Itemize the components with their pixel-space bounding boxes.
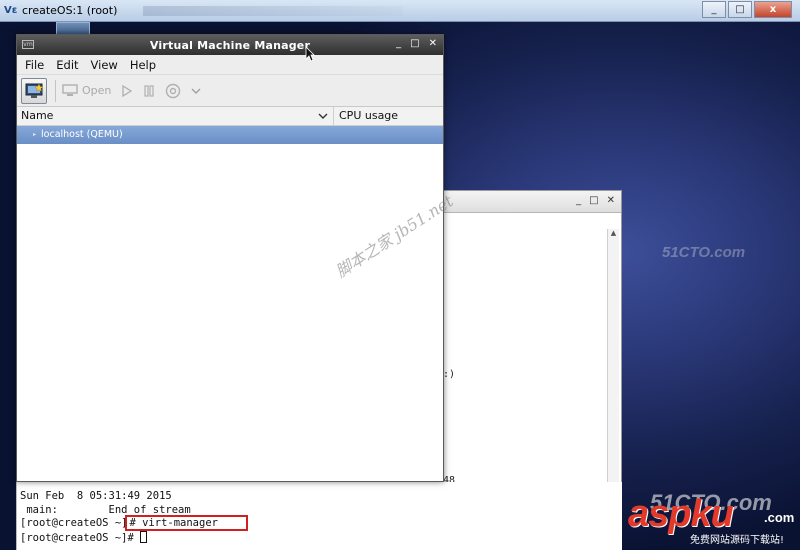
highlighted-command: # virt-manager [125,515,248,531]
column-name-label: Name [21,109,54,122]
column-cpu-label: CPU usage [339,109,399,122]
connection-list: ▸ localhost (QEMU) [17,126,443,464]
expander-icon[interactable]: ▸ [33,126,36,144]
open-button[interactable]: Open [62,84,111,97]
play-icon [122,84,133,97]
chevron-down-icon [191,88,201,94]
background-window-titlebar[interactable]: _ □ ✕ [439,191,621,213]
list-item[interactable]: ▸ localhost (QEMU) [17,126,443,144]
background-window-controls: _ □ ✕ [576,195,615,206]
toolbar: Open [17,75,443,107]
column-header-name[interactable]: Name [17,107,334,125]
virt-manager-titlebar[interactable]: vm Virtual Machine Manager _ □ ✕ [17,35,443,55]
terminal-line: [root@createOS ~] # virt-manager [20,515,622,531]
shutdown-button[interactable] [165,83,181,99]
menu-edit[interactable]: Edit [50,58,84,72]
text-cursor [140,530,148,543]
close-icon[interactable]: ✕ [607,195,615,206]
watermark-aspku-subtitle: 免费网站源码下载站! [690,535,785,546]
shutdown-dropdown[interactable] [191,87,201,95]
terminal-prompt: [root@createOS ~] [20,531,128,544]
terminal-line[interactable]: [root@createOS ~]# [20,530,622,546]
toolbar-separator [55,79,56,102]
run-button[interactable] [121,84,133,97]
menu-bar: File Edit View Help [17,55,443,75]
connection-label: localhost (QEMU) [41,129,123,140]
watermark-aspku-com: .com [764,510,795,525]
close-icon[interactable]: ✕ [429,38,437,49]
new-vm-button[interactable] [21,77,47,104]
pause-button[interactable] [143,84,155,97]
vnc-minimize-button[interactable]: _ [702,1,726,18]
watermark-51cto-top: 51CTO.com [662,244,746,261]
terminal-input[interactable]: # [127,532,140,544]
maximize-icon[interactable]: □ [410,38,419,49]
vnc-close-button[interactable]: x [754,1,792,18]
terminal-line: Sun Feb 8 05:31:49 2015 [20,490,172,502]
monitor-icon [62,84,78,97]
terminal-prompt: [root@createOS ~] [20,517,128,529]
vnc-titlebar: Vε createOS:1 (root) _ □ x [0,0,800,22]
watermark-aspku: aspku [628,493,734,535]
monitor-star-icon [25,82,43,98]
mouse-pointer-icon [305,46,315,62]
menu-help[interactable]: Help [124,58,162,72]
vnc-maximize-button[interactable]: □ [728,1,752,18]
terminal-line: main: End of stream [20,503,191,516]
blurred-title-text [143,5,404,16]
maximize-icon[interactable]: □ [589,195,598,206]
app-icon: vm [22,40,34,49]
pause-icon [144,84,154,97]
text-fragment: :) [443,369,456,380]
menu-view[interactable]: View [85,58,124,72]
minimize-icon[interactable]: _ [576,195,581,206]
list-header: Name CPU usage [17,107,443,126]
minimize-icon[interactable]: _ [396,38,401,49]
menu-file[interactable]: File [19,58,50,72]
scroll-up-icon[interactable]: ▲ [608,229,619,237]
window-controls: _ □ ✕ [396,38,437,49]
vnc-window-controls: _ □ x [700,1,792,18]
column-header-cpu[interactable]: CPU usage [334,107,398,125]
vnc-window-title: createOS:1 (root) [22,4,118,17]
vnc-logo-icon: Vε [4,4,18,16]
terminal[interactable]: Sun Feb 8 05:31:49 2015 main: End of str… [16,482,622,550]
open-label: Open [82,84,112,97]
window-title: Virtual Machine Manager [149,38,311,52]
chevron-down-icon[interactable] [318,107,328,132]
power-icon [166,83,181,98]
